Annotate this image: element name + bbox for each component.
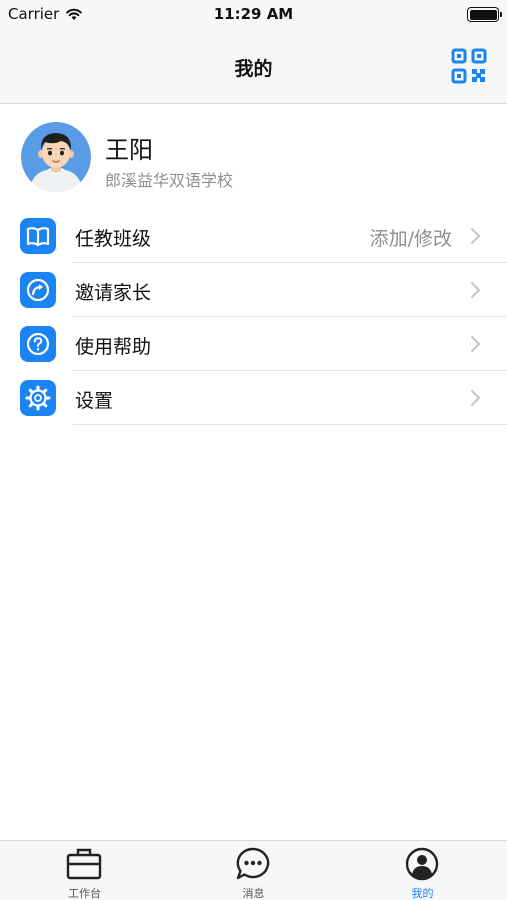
- chevron-right-icon: [471, 336, 481, 352]
- status-bar: Carrier 11:29 AM: [0, 0, 507, 30]
- menu-item-label: 邀请家长: [75, 282, 152, 304]
- user-school: 郎溪益华双语学校: [105, 171, 234, 190]
- qr-code-icon[interactable]: [451, 48, 487, 84]
- tab-label: 工作台: [68, 887, 101, 900]
- tab-bar: 工作台 消息 我的: [0, 840, 507, 900]
- menu-item-classes[interactable]: 任教班级 添加/修改: [0, 209, 507, 263]
- profile-header[interactable]: 王阳 郎溪益华双语学校: [0, 120, 507, 194]
- tab-workbench[interactable]: 工作台: [0, 841, 169, 900]
- menu-item-invite-parents[interactable]: 邀请家长: [0, 263, 507, 317]
- person-icon: [405, 847, 439, 881]
- divider: [73, 424, 507, 425]
- menu-item-label: 设置: [75, 390, 114, 412]
- help-icon: [20, 326, 56, 362]
- menu-item-settings[interactable]: 设置: [0, 371, 507, 425]
- chevron-right-icon: [471, 282, 481, 298]
- menu-item-label: 任教班级: [75, 228, 152, 250]
- menu-item-help[interactable]: 使用帮助: [0, 317, 507, 371]
- menu-item-label: 使用帮助: [75, 336, 152, 358]
- navigation-bar: 我的: [0, 30, 507, 104]
- battery-icon: [467, 7, 502, 22]
- briefcase-icon: [66, 848, 102, 880]
- chevron-right-icon: [471, 228, 481, 244]
- page-title: 我的: [234, 58, 273, 80]
- menu-item-detail: 添加/修改: [369, 228, 452, 250]
- tab-label: 消息: [242, 887, 265, 900]
- user-name: 王阳: [105, 136, 153, 164]
- tab-me[interactable]: 我的: [338, 841, 507, 900]
- avatar: [21, 122, 91, 192]
- book-icon: [20, 218, 56, 254]
- clock: 11:29 AM: [213, 5, 294, 23]
- chat-bubble-icon: [236, 847, 270, 880]
- share-icon: [20, 272, 56, 308]
- gear-icon: [20, 380, 56, 416]
- tab-label: 我的: [411, 887, 434, 900]
- settings-menu: 任教班级 添加/修改 邀请家长 使用帮助 设置: [0, 209, 507, 425]
- tab-messages[interactable]: 消息: [169, 841, 338, 900]
- chevron-right-icon: [471, 390, 481, 406]
